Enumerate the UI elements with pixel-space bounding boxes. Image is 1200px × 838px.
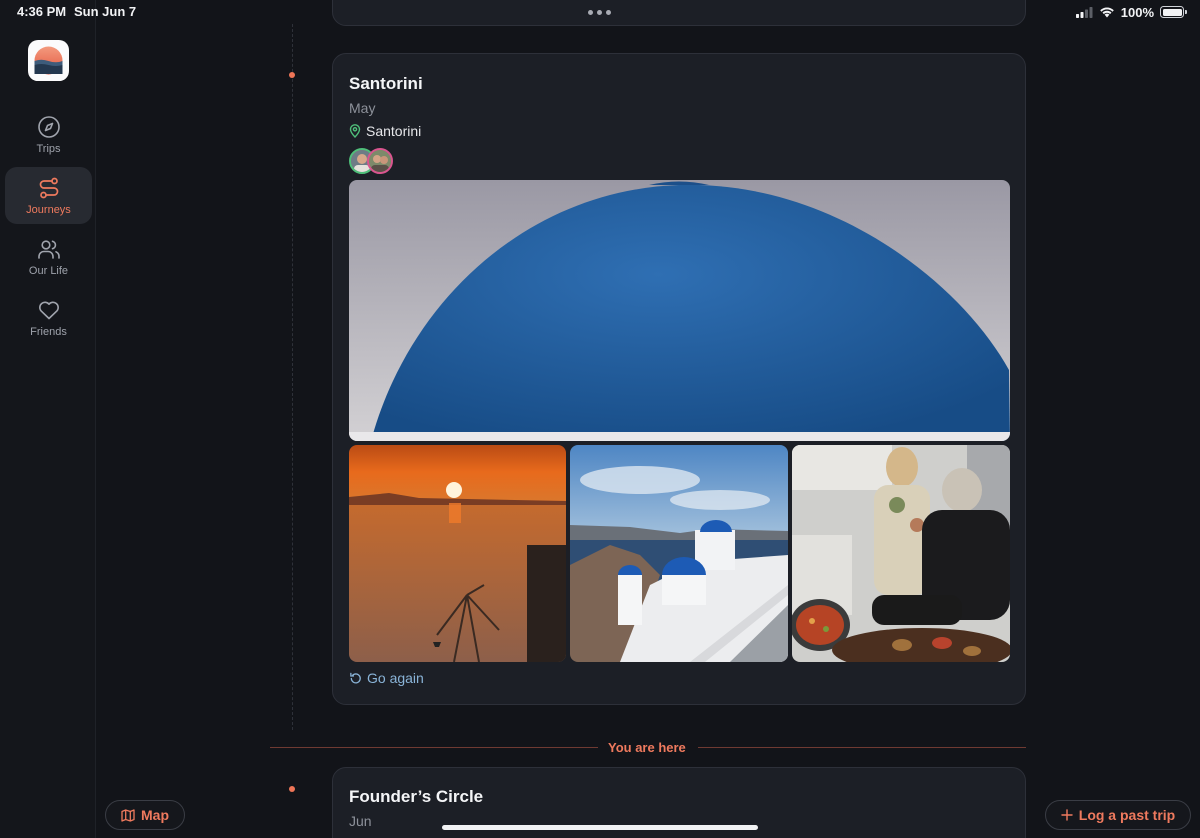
you-are-here-divider-left — [270, 747, 598, 748]
you-are-here-divider-right — [698, 747, 1026, 748]
multitasking-dots-icon[interactable] — [588, 10, 612, 15]
timeline-dot — [289, 786, 295, 792]
trip-month: Jun — [349, 813, 372, 829]
route-icon — [39, 177, 58, 198]
sidebar-item-label: Trips — [36, 142, 61, 155]
timeline-line — [292, 24, 293, 730]
wifi-icon — [1099, 7, 1114, 18]
sidebar: Trips Journeys Our Life Friends — [0, 0, 96, 838]
trip-photo-hero[interactable] — [349, 180, 1010, 441]
sidebar-item-trips[interactable]: Trips — [5, 106, 92, 163]
trip-photo-oia[interactable] — [570, 445, 788, 662]
trip-title: Santorini — [349, 74, 423, 93]
map-button-label: Map — [141, 807, 169, 823]
cellular-signal-icon — [1075, 6, 1093, 18]
trip-companions[interactable] — [349, 148, 395, 174]
home-indicator[interactable] — [442, 825, 758, 830]
redo-icon — [350, 672, 361, 683]
log-past-trip-button[interactable]: Log a past trip — [1045, 800, 1191, 830]
sidebar-item-label: Our Life — [28, 264, 69, 277]
trip-location-label: Santorini — [366, 123, 422, 139]
app-logo[interactable] — [28, 40, 69, 81]
compass-icon — [37, 115, 60, 138]
sidebar-item-label: Journeys — [26, 203, 71, 216]
map-button[interactable]: Map — [105, 800, 185, 830]
trip-card[interactable]: Santorini May Santorini Go again — [332, 53, 1026, 705]
map-icon — [121, 808, 135, 822]
map-pin-icon — [349, 124, 361, 138]
trip-location: Santorini — [349, 123, 421, 139]
trip-month: May — [349, 100, 376, 116]
status-date: Sun Jun 7 — [74, 4, 137, 19]
trip-title: Founder’s Circle — [349, 787, 484, 806]
plus-icon — [1061, 809, 1073, 821]
status-bar: 4:36 PM Sun Jun 7 100% — [0, 0, 1200, 24]
sidebar-item-journeys[interactable]: Journeys — [5, 167, 92, 224]
log-past-trip-label: Log a past trip — [1078, 807, 1176, 823]
trip-photo-cooking[interactable] — [792, 445, 1010, 662]
sidebar-item-our-life[interactable]: Our Life — [5, 228, 92, 285]
avatar[interactable] — [367, 148, 393, 174]
go-again-label: Go again — [367, 670, 424, 686]
timeline-dot — [289, 72, 295, 78]
status-time: 4:36 PM — [17, 4, 67, 19]
go-again-button[interactable]: Go again — [349, 670, 424, 686]
battery-icon — [1160, 6, 1187, 18]
people-icon — [37, 239, 60, 259]
heart-icon — [38, 301, 59, 319]
you-are-here-label: You are here — [608, 740, 686, 755]
sidebar-item-friends[interactable]: Friends — [5, 289, 92, 346]
trip-photo-sunset[interactable] — [349, 445, 566, 662]
battery-percent: 100% — [1120, 4, 1154, 20]
sidebar-item-label: Friends — [30, 325, 67, 338]
